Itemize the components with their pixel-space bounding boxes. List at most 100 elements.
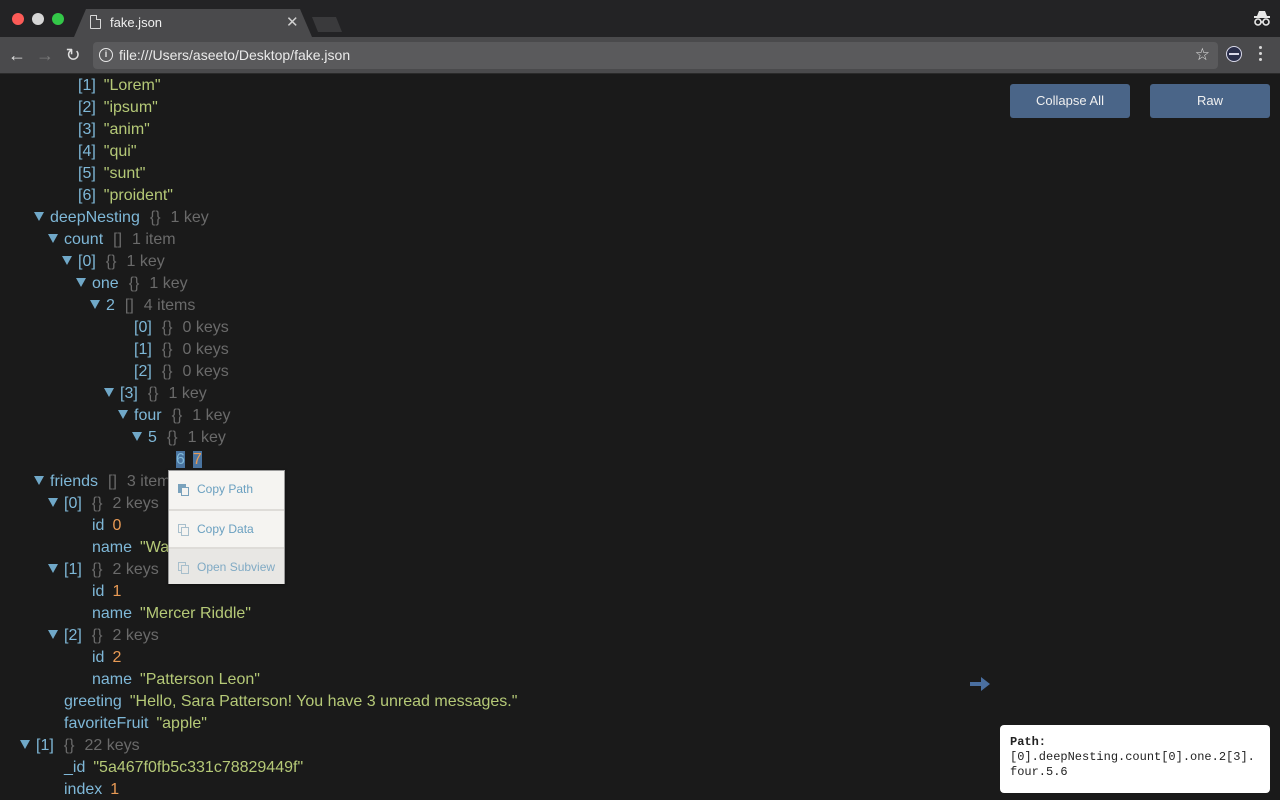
tree-key[interactable]: count — [64, 231, 103, 248]
tree-value[interactable]: "Lorem" — [104, 77, 161, 94]
tree-key[interactable]: [3] — [78, 121, 96, 138]
tree-key[interactable]: one — [92, 275, 119, 292]
tree-key[interactable]: _id — [64, 759, 85, 776]
tree-row[interactable]: 5 {} 1 key — [132, 427, 226, 449]
extension-icon[interactable] — [1226, 46, 1242, 62]
tree-key[interactable]: [2] — [134, 363, 152, 380]
tree-key[interactable]: [4] — [78, 143, 96, 160]
tree-row[interactable]: name "Mercer Riddle" — [92, 603, 251, 625]
tree-row[interactable]: [2] "ipsum" — [78, 97, 158, 119]
tree-value[interactable]: 0 — [112, 517, 121, 534]
tree-key[interactable]: deepNesting — [50, 209, 140, 226]
tree-key[interactable]: [1] — [64, 561, 82, 578]
tree-key[interactable]: 5 — [148, 429, 157, 446]
reload-icon[interactable]: ↻ — [62, 44, 84, 66]
tree-row[interactable]: index 1 — [64, 779, 119, 800]
raw-button[interactable]: Raw — [1150, 84, 1270, 118]
collapse-all-button[interactable]: Collapse All — [1010, 84, 1130, 118]
close-window-button[interactable] — [12, 13, 24, 25]
tree-key[interactable]: id — [92, 583, 104, 600]
tree-value[interactable]: "qui" — [104, 143, 137, 160]
expand-caret-icon[interactable] — [118, 410, 128, 420]
expand-caret-icon[interactable] — [62, 256, 72, 266]
expand-caret-icon[interactable] — [48, 564, 58, 574]
tree-row[interactable]: id 0 — [92, 515, 121, 537]
tree-key[interactable]: [2] — [78, 99, 96, 116]
tree-key[interactable]: four — [134, 407, 162, 424]
address-bar[interactable]: i file:///Users/aseeto/Desktop/fake.json… — [93, 42, 1218, 69]
tree-row[interactable]: 67 — [176, 449, 202, 471]
tree-value[interactable]: 1 — [112, 583, 121, 600]
tree-row[interactable]: greeting "Hello, Sara Patterson! You have… — [64, 691, 517, 713]
tree-row[interactable]: [2] {} 0 keys — [134, 361, 229, 383]
url-text[interactable]: file:///Users/aseeto/Desktop/fake.json — [119, 47, 350, 63]
expand-caret-icon[interactable] — [76, 278, 86, 288]
expand-caret-icon[interactable] — [90, 300, 100, 310]
tree-key[interactable]: name — [92, 671, 132, 688]
tree-row[interactable]: [1] {} 0 keys — [134, 339, 229, 361]
tree-row[interactable]: favoriteFruit "apple" — [64, 713, 207, 735]
tree-row[interactable]: [1] {} 2 keys — [48, 559, 159, 581]
tree-row[interactable]: [0] {} 0 keys — [134, 317, 229, 339]
info-icon[interactable]: i — [99, 48, 113, 62]
new-tab-button[interactable] — [312, 17, 342, 32]
expand-caret-icon[interactable] — [34, 476, 44, 486]
tree-key[interactable]: [0] — [134, 319, 152, 336]
expand-caret-icon[interactable] — [34, 212, 44, 222]
copy-data-menu-item[interactable]: Copy Data — [169, 509, 284, 546]
tree-key[interactable]: [0] — [64, 495, 82, 512]
tree-row[interactable]: [3] "anim" — [78, 119, 150, 141]
tree-key[interactable]: id — [92, 517, 104, 534]
tree-value[interactable]: "Patterson Leon" — [140, 671, 260, 688]
tree-row[interactable]: count [] 1 item — [48, 229, 176, 251]
tree-row[interactable]: one {} 1 key — [76, 273, 188, 295]
tree-key[interactable]: friends — [50, 473, 98, 490]
tree-row[interactable]: four {} 1 key — [118, 405, 231, 427]
tree-key[interactable]: index — [64, 781, 102, 798]
maximize-window-button[interactable] — [52, 13, 64, 25]
tree-key[interactable]: [0] — [78, 253, 96, 270]
tree-value[interactable]: "Mercer Riddle" — [140, 605, 251, 622]
tree-key[interactable]: name — [92, 605, 132, 622]
tree-row[interactable]: [2] {} 2 keys — [48, 625, 159, 647]
tree-value[interactable]: "sunt" — [104, 165, 146, 182]
browser-tab[interactable]: fake.json ✕ — [74, 9, 312, 37]
tree-key[interactable]: id — [92, 649, 104, 666]
close-icon[interactable]: ✕ — [286, 13, 299, 31]
tree-value[interactable]: "ipsum" — [104, 99, 158, 116]
tree-key[interactable]: 2 — [106, 297, 115, 314]
expand-caret-icon[interactable] — [20, 740, 30, 750]
tree-row[interactable]: [0] {} 2 keys — [48, 493, 159, 515]
tree-value[interactable]: "apple" — [156, 715, 207, 732]
expand-caret-icon[interactable] — [48, 498, 58, 508]
tree-row[interactable]: [4] "qui" — [78, 141, 137, 163]
tree-key[interactable]: [5] — [78, 165, 96, 182]
tree-key[interactable]: favoriteFruit — [64, 715, 148, 732]
tree-row[interactable]: [1] "Lorem" — [78, 75, 161, 97]
menu-dots-icon[interactable] — [1256, 44, 1264, 64]
tree-key[interactable]: [6] — [78, 187, 96, 204]
tree-key[interactable]: greeting — [64, 693, 122, 710]
tree-row[interactable]: name "Patterson Leon" — [92, 669, 260, 691]
tree-row[interactable]: id 2 — [92, 647, 121, 669]
tree-key[interactable]: name — [92, 539, 132, 556]
expand-caret-icon[interactable] — [48, 234, 58, 244]
forward-arrow-icon[interactable]: → — [34, 44, 56, 66]
tree-value[interactable]: 2 — [112, 649, 121, 666]
tree-value[interactable]: "proident" — [104, 187, 173, 204]
tree-row[interactable]: id 1 — [92, 581, 121, 603]
tree-key[interactable]: [1] — [134, 341, 152, 358]
star-icon[interactable]: ☆ — [1195, 45, 1210, 65]
tree-row[interactable]: 2 [] 4 items — [90, 295, 195, 317]
copy-path-menu-item[interactable]: Copy Path — [169, 471, 284, 508]
tree-key[interactable]: [2] — [64, 627, 82, 644]
minimize-window-button[interactable] — [32, 13, 44, 25]
open-subview-menu-item[interactable]: Open Subview — [169, 547, 284, 584]
tree-value[interactable]: 1 — [110, 781, 119, 798]
expand-caret-icon[interactable] — [104, 388, 114, 398]
tree-value[interactable]: 7 — [192, 451, 202, 468]
tree-row[interactable]: [6] "proident" — [78, 185, 173, 207]
tree-key[interactable]: [1] — [78, 77, 96, 94]
back-arrow-icon[interactable]: ← — [6, 44, 28, 66]
tree-row[interactable]: [5] "sunt" — [78, 163, 145, 185]
